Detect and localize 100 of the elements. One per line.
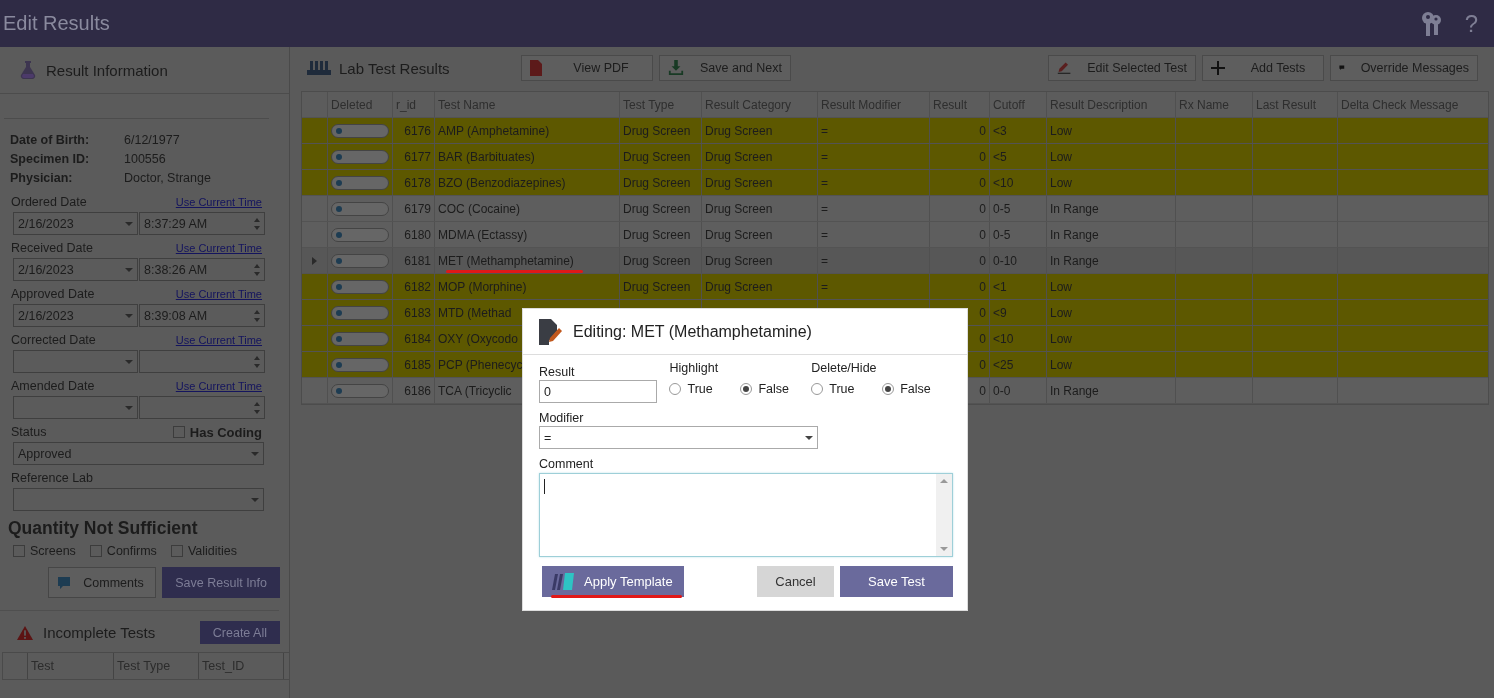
table-cell: 0-0 (993, 383, 1011, 398)
detail-value: 6/12/1977 (124, 132, 180, 147)
checkbox-label: Validities (187, 544, 237, 558)
field-label: Comment (539, 457, 595, 471)
table-cell: 6176 (404, 123, 431, 138)
table-cell: Drug Screen (705, 149, 773, 164)
table-cell: In Range (1050, 227, 1099, 242)
table-cell: 0 (979, 383, 986, 398)
detail-value: 100556 (124, 151, 166, 166)
status-label: Status (11, 425, 47, 439)
radio-label: False (900, 382, 931, 396)
table-cell: TCA (Tricyclic (438, 383, 512, 398)
table-cell: <1 (993, 279, 1007, 294)
table-cell: Low (1050, 279, 1072, 294)
table-cell: = (821, 123, 828, 138)
section-title: Result Information (46, 61, 168, 79)
table-cell: Drug Screen (705, 227, 773, 242)
table-cell: 6181 (404, 253, 431, 268)
table-cell: 6183 (404, 305, 431, 320)
table-cell: MET (Methamphetamine) (438, 253, 574, 268)
table-cell: <5 (993, 149, 1007, 164)
table-cell: Drug Screen (705, 175, 773, 190)
radio-label: True (687, 382, 713, 396)
date-label: Approved Date (11, 287, 95, 301)
table-cell: Drug Screen (623, 175, 691, 190)
table-cell: MOP (Morphine) (438, 279, 527, 294)
date-label: Received Date (11, 241, 93, 255)
table-cell: MTD (Methad (438, 305, 512, 320)
table-cell: Drug Screen (623, 279, 691, 294)
table-cell: Drug Screen (623, 227, 691, 242)
table-cell: <10 (993, 175, 1014, 190)
table-cell: 6179 (404, 201, 431, 216)
table-cell: 0 (979, 123, 986, 138)
table-cell: Drug Screen (623, 253, 691, 268)
detail-value: Doctor, Strange (124, 170, 211, 185)
table-cell: 6178 (404, 175, 431, 190)
section-title: Incomplete Tests (43, 624, 156, 641)
table-cell: 0 (979, 279, 986, 294)
table-cell: Low (1050, 149, 1072, 164)
table-cell: 0 (979, 305, 986, 320)
table-cell: 0 (979, 331, 986, 346)
table-cell: = (821, 201, 828, 216)
panel-title: Lab Test Results (339, 59, 450, 77)
table-cell: <10 (993, 331, 1014, 346)
table-cell: Low (1050, 357, 1072, 372)
table-cell: 0 (979, 357, 986, 372)
detail-label: Physician: (10, 170, 74, 185)
table-cell: 6182 (404, 279, 431, 294)
table-cell: In Range (1050, 201, 1099, 216)
date-label: Amended Date (11, 379, 95, 393)
radio-label: False (758, 382, 790, 396)
reference-lab-label: Reference Lab (11, 471, 93, 485)
table-cell: BAR (Barbituates) (438, 149, 535, 164)
detail-label: Date of Birth: (10, 132, 91, 147)
table-cell: 0 (979, 175, 986, 190)
table-cell: 0-5 (993, 227, 1011, 242)
checkbox-label: Screens (30, 544, 76, 558)
table-cell: Low (1050, 123, 1072, 138)
table-cell: Drug Screen (705, 123, 773, 138)
table-cell: 0 (979, 227, 986, 242)
table-cell: Drug Screen (623, 201, 691, 216)
table-cell: Drug Screen (705, 201, 773, 216)
table-cell: Drug Screen (705, 253, 773, 268)
table-cell: Low (1050, 331, 1072, 346)
table-cell: = (821, 149, 828, 164)
date-label: Corrected Date (11, 333, 96, 347)
field-label: Highlight (669, 361, 720, 375)
detail-label: Specimen ID: (10, 151, 91, 166)
table-cell: 0-5 (993, 201, 1011, 216)
section-title: Quantity Not Sufficient (7, 517, 199, 539)
table-cell: <9 (993, 305, 1007, 320)
table-cell: In Range (1050, 253, 1099, 268)
table-cell: 6186 (404, 383, 431, 398)
table-cell: Drug Screen (623, 123, 691, 138)
table-cell: = (821, 227, 828, 242)
table-cell: OXY (Oxycodo (438, 331, 518, 346)
table-cell: 0 (979, 253, 986, 268)
table-cell: = (821, 175, 828, 190)
radio-label: True (829, 382, 855, 396)
field-label: Delete/Hide (811, 361, 878, 375)
window-title: Edit Results (3, 12, 110, 35)
checkbox-label: Has Coding (189, 424, 262, 440)
dialog-title: Editing: MET (Methamphetamine) (573, 322, 812, 341)
table-cell: 0-10 (993, 253, 1018, 268)
table-cell: BZO (Benzodiazepines) (438, 175, 566, 190)
field-label: Modifier (539, 411, 585, 425)
table-cell: 6180 (404, 227, 431, 242)
table-cell: PCP (Phenecyc (438, 357, 523, 372)
table-cell: <25 (993, 357, 1014, 372)
field-label: Result (539, 365, 576, 379)
table-cell: 6185 (404, 357, 431, 372)
table-cell: Drug Screen (623, 149, 691, 164)
date-label: Ordered Date (11, 195, 87, 209)
table-cell: = (821, 253, 828, 268)
table-cell: <3 (993, 123, 1007, 138)
table-cell: COC (Cocaine) (438, 201, 521, 216)
table-cell: 0 (979, 201, 986, 216)
table-cell: MDMA (Ectassy) (438, 227, 528, 242)
table-cell: In Range (1050, 383, 1099, 398)
checkbox-label: Confirms (106, 544, 157, 558)
